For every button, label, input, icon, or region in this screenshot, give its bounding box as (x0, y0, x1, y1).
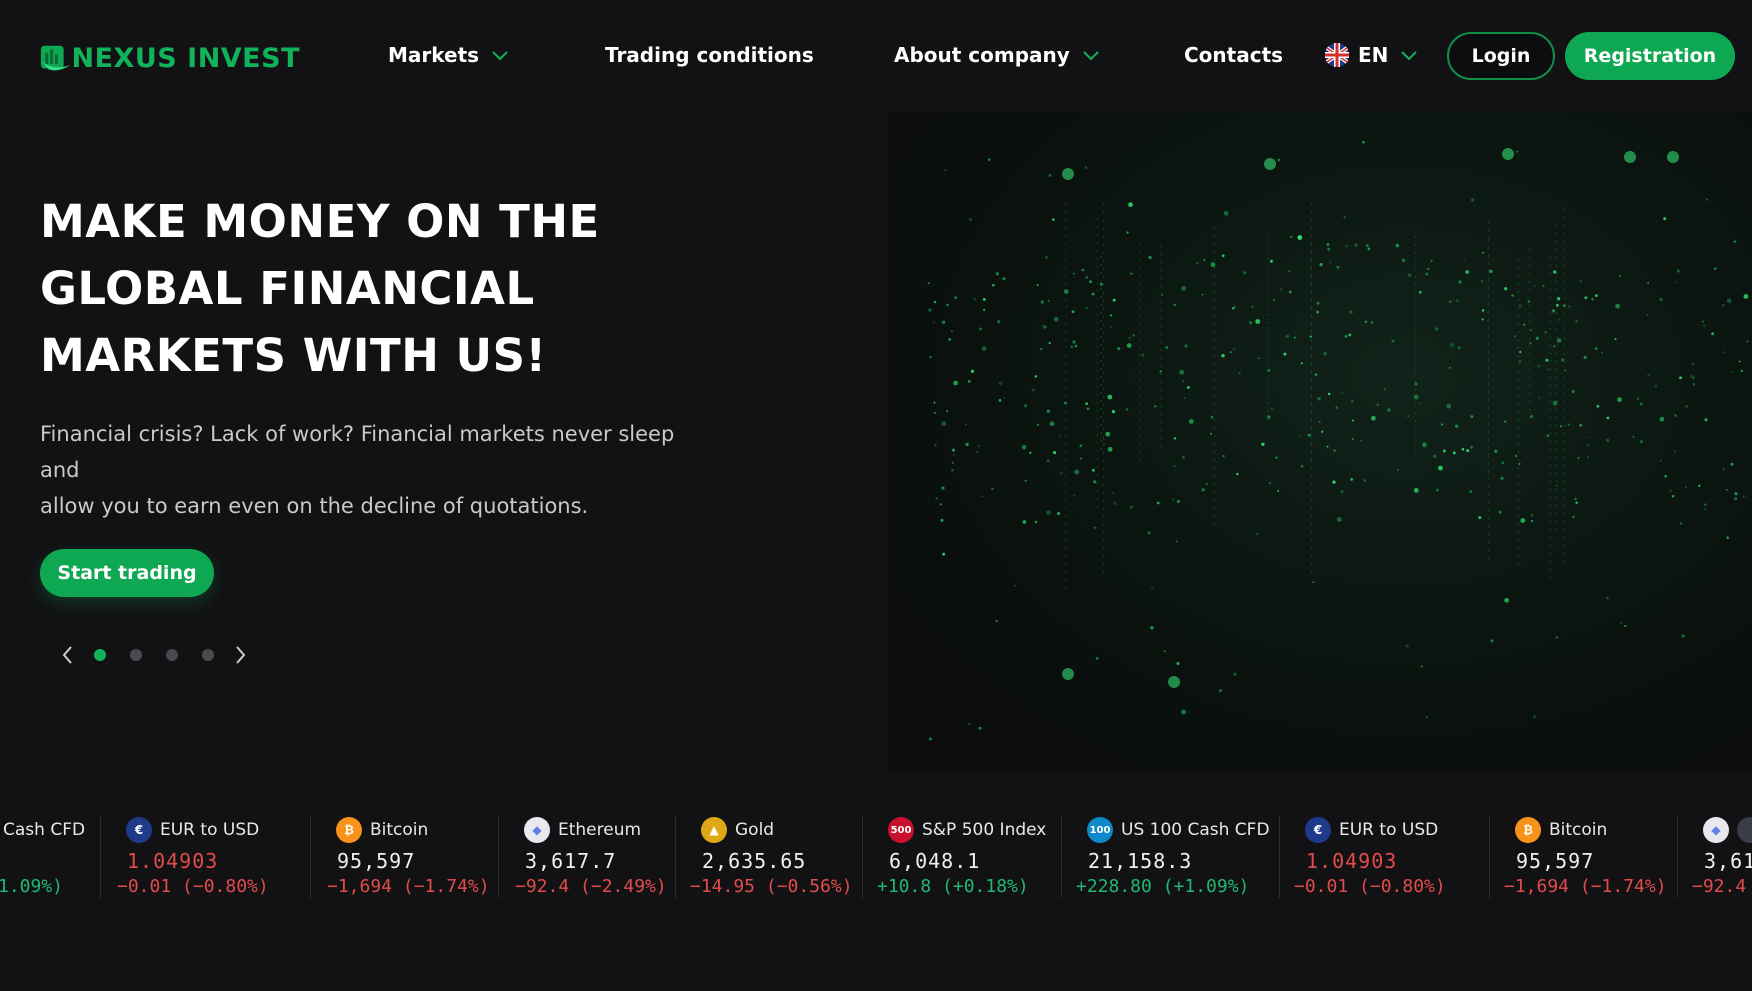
ticker-name: Ethereum (558, 820, 642, 840)
ticker-change: −92.4 (−2.49%) (515, 876, 667, 897)
ticker-price: 95,597 (1516, 849, 1595, 873)
nav-about-company[interactable]: About company (894, 40, 1100, 70)
ticker-name: Bitcoin (370, 820, 429, 840)
data-particles-illustration (927, 140, 1749, 741)
language-selector[interactable]: EN (1324, 40, 1418, 70)
nav-contacts-label: Contacts (1184, 43, 1284, 67)
ticker-name: US 100 Cash CFD (1121, 820, 1270, 840)
ticker-name-row: 100 US 100 Cash CFD (1087, 816, 1270, 844)
chevron-down-icon (492, 51, 508, 61)
ticker-change: −1,694 (−1.74%) (327, 876, 490, 897)
nav-markets[interactable]: Markets (388, 40, 509, 70)
chevron-right-icon[interactable] (230, 643, 250, 667)
ticker-name: EUR to USD (1339, 820, 1439, 840)
ticker-item[interactable]: ◆ Ethereum 3,617.7 −92.4 (−2.49%) (498, 816, 675, 898)
ticker-name: S&P 500 Index (922, 820, 1047, 840)
ticker-item[interactable]: Cash CFD 1.09%) (0, 816, 100, 898)
ticker-change: −14.95 (−0.56%) (690, 876, 853, 897)
ticker-name: EUR to USD (160, 820, 260, 840)
ticker-name: Bitcoin (1549, 820, 1608, 840)
ticker-item[interactable]: ₿ Bitcoin 95,597 −1,694 (−1.74%) (1489, 816, 1677, 898)
brand-name: NEXUS INVEST (71, 42, 300, 74)
ticker-price: 95,597 (337, 849, 416, 873)
carousel-dot[interactable] (94, 649, 106, 661)
ticker-change: −0.01 (−0.80%) (117, 876, 269, 897)
ticker-name-row: ₿ Bitcoin (1515, 816, 1607, 844)
login-button[interactable]: Login (1447, 32, 1555, 80)
ticker-item[interactable]: 500 S&P 500 Index 6,048.1 +10.8 (+0.18%) (862, 816, 1061, 898)
ticker-price: 6,048.1 (889, 849, 981, 873)
chevron-left-icon[interactable] (58, 643, 78, 667)
ticker-price: 1.04903 (127, 849, 219, 873)
bitcoin-icon: ₿ (1515, 817, 1541, 843)
language-label: EN (1358, 43, 1389, 67)
ticker-change: +10.8 (+0.18%) (877, 876, 1029, 897)
chevron-down-icon (1083, 51, 1099, 61)
carousel-dot[interactable] (202, 649, 214, 661)
ticker-item[interactable]: € EUR to USD 1.04903 −0.01 (−0.80%) (1279, 816, 1489, 898)
carousel-dot[interactable] (130, 649, 142, 661)
secondary-asset-icon (1737, 817, 1752, 843)
ticker-name-row: € EUR to USD (1305, 816, 1438, 844)
bitcoin-icon: ₿ (336, 817, 362, 843)
ticker-name-row: ▲ Gold (701, 816, 774, 844)
hero-title-line: MAKE MONEY ON THE (40, 195, 600, 248)
ticker-name-row: 500 S&P 500 Index (888, 816, 1046, 844)
hero-subtitle: Financial crisis? Lack of work? Financia… (40, 416, 700, 524)
ticker-item[interactable]: ₿ Bitcoin 95,597 −1,694 (−1.74%) (310, 816, 498, 898)
logo[interactable]: NEXUS INVEST (40, 26, 300, 90)
ticker-item[interactable]: ◆ 3,617 −92.4 ( (1677, 816, 1752, 898)
sp500-icon: 500 (888, 817, 914, 843)
ticker-name-row: ₿ Bitcoin (336, 816, 428, 844)
ticker-name-row: € EUR to USD (126, 816, 259, 844)
logo-icon (40, 45, 71, 71)
hero-background-image (888, 112, 1752, 772)
registration-button[interactable]: Registration (1565, 32, 1735, 80)
start-trading-button[interactable]: Start trading (40, 549, 214, 597)
nav-markets-label: Markets (388, 43, 480, 67)
ticker-name-row: ◆ (1703, 816, 1752, 844)
hero-subtitle-line: Financial crisis? Lack of work? Financia… (40, 422, 675, 482)
nav-about-company-label: About company (894, 43, 1070, 67)
ticker-name: Gold (735, 820, 775, 840)
market-ticker: Cash CFD 1.09%) € EUR to USD 1.04903 −0.… (0, 800, 1752, 910)
ticker-price: 1.04903 (1306, 849, 1398, 873)
ticker-change: −92.4 ( (1692, 876, 1752, 897)
nav-contacts[interactable]: Contacts (1184, 40, 1283, 70)
site-header: NEXUS INVEST Markets Trading conditions … (0, 0, 1752, 112)
ticker-change: 1.09%) (0, 876, 64, 897)
uk-flag-icon (1325, 43, 1349, 67)
ticker-price: 21,158.3 (1088, 849, 1193, 873)
nav-trading-conditions[interactable]: Trading conditions (605, 40, 814, 70)
nav-trading-conditions-label: Trading conditions (605, 43, 814, 67)
hero-subtitle-line: allow you to earn even on the decline of… (40, 494, 589, 518)
ticker-item[interactable]: ▲ Gold 2,635.65 −14.95 (−0.56%) (675, 816, 862, 898)
ticker-name: Cash CFD (3, 820, 86, 840)
ticker-item[interactable]: € EUR to USD 1.04903 −0.01 (−0.80%) (100, 816, 310, 898)
gold-icon: ▲ (701, 817, 727, 843)
ethereum-icon: ◆ (1703, 817, 1729, 843)
carousel-dot[interactable] (166, 649, 178, 661)
ticker-price: 3,617.7 (525, 849, 617, 873)
ticker-change: +228.80 (+1.09%) (1076, 876, 1250, 897)
hero-title: MAKE MONEY ON THE GLOBAL FINANCIAL MARKE… (40, 188, 740, 389)
ethereum-icon: ◆ (524, 817, 550, 843)
ticker-item[interactable]: 100 US 100 Cash CFD 21,158.3 +228.80 (+1… (1061, 816, 1279, 898)
eur-usd-icon: € (126, 817, 152, 843)
ticker-change: −1,694 (−1.74%) (1504, 876, 1667, 897)
ticker-name-row: ◆ Ethereum (524, 816, 641, 844)
us100-icon: 100 (1087, 817, 1113, 843)
hero-title-line: GLOBAL FINANCIAL (40, 262, 535, 315)
ticker-price: 3,617 (1704, 849, 1752, 873)
eur-usd-icon: € (1305, 817, 1331, 843)
ticker-price: 2,635.65 (702, 849, 807, 873)
ticker-change: −0.01 (−0.80%) (1294, 876, 1446, 897)
carousel-controls (58, 640, 250, 670)
chevron-down-icon (1401, 51, 1418, 61)
hero-title-line: MARKETS WITH US! (40, 329, 547, 382)
